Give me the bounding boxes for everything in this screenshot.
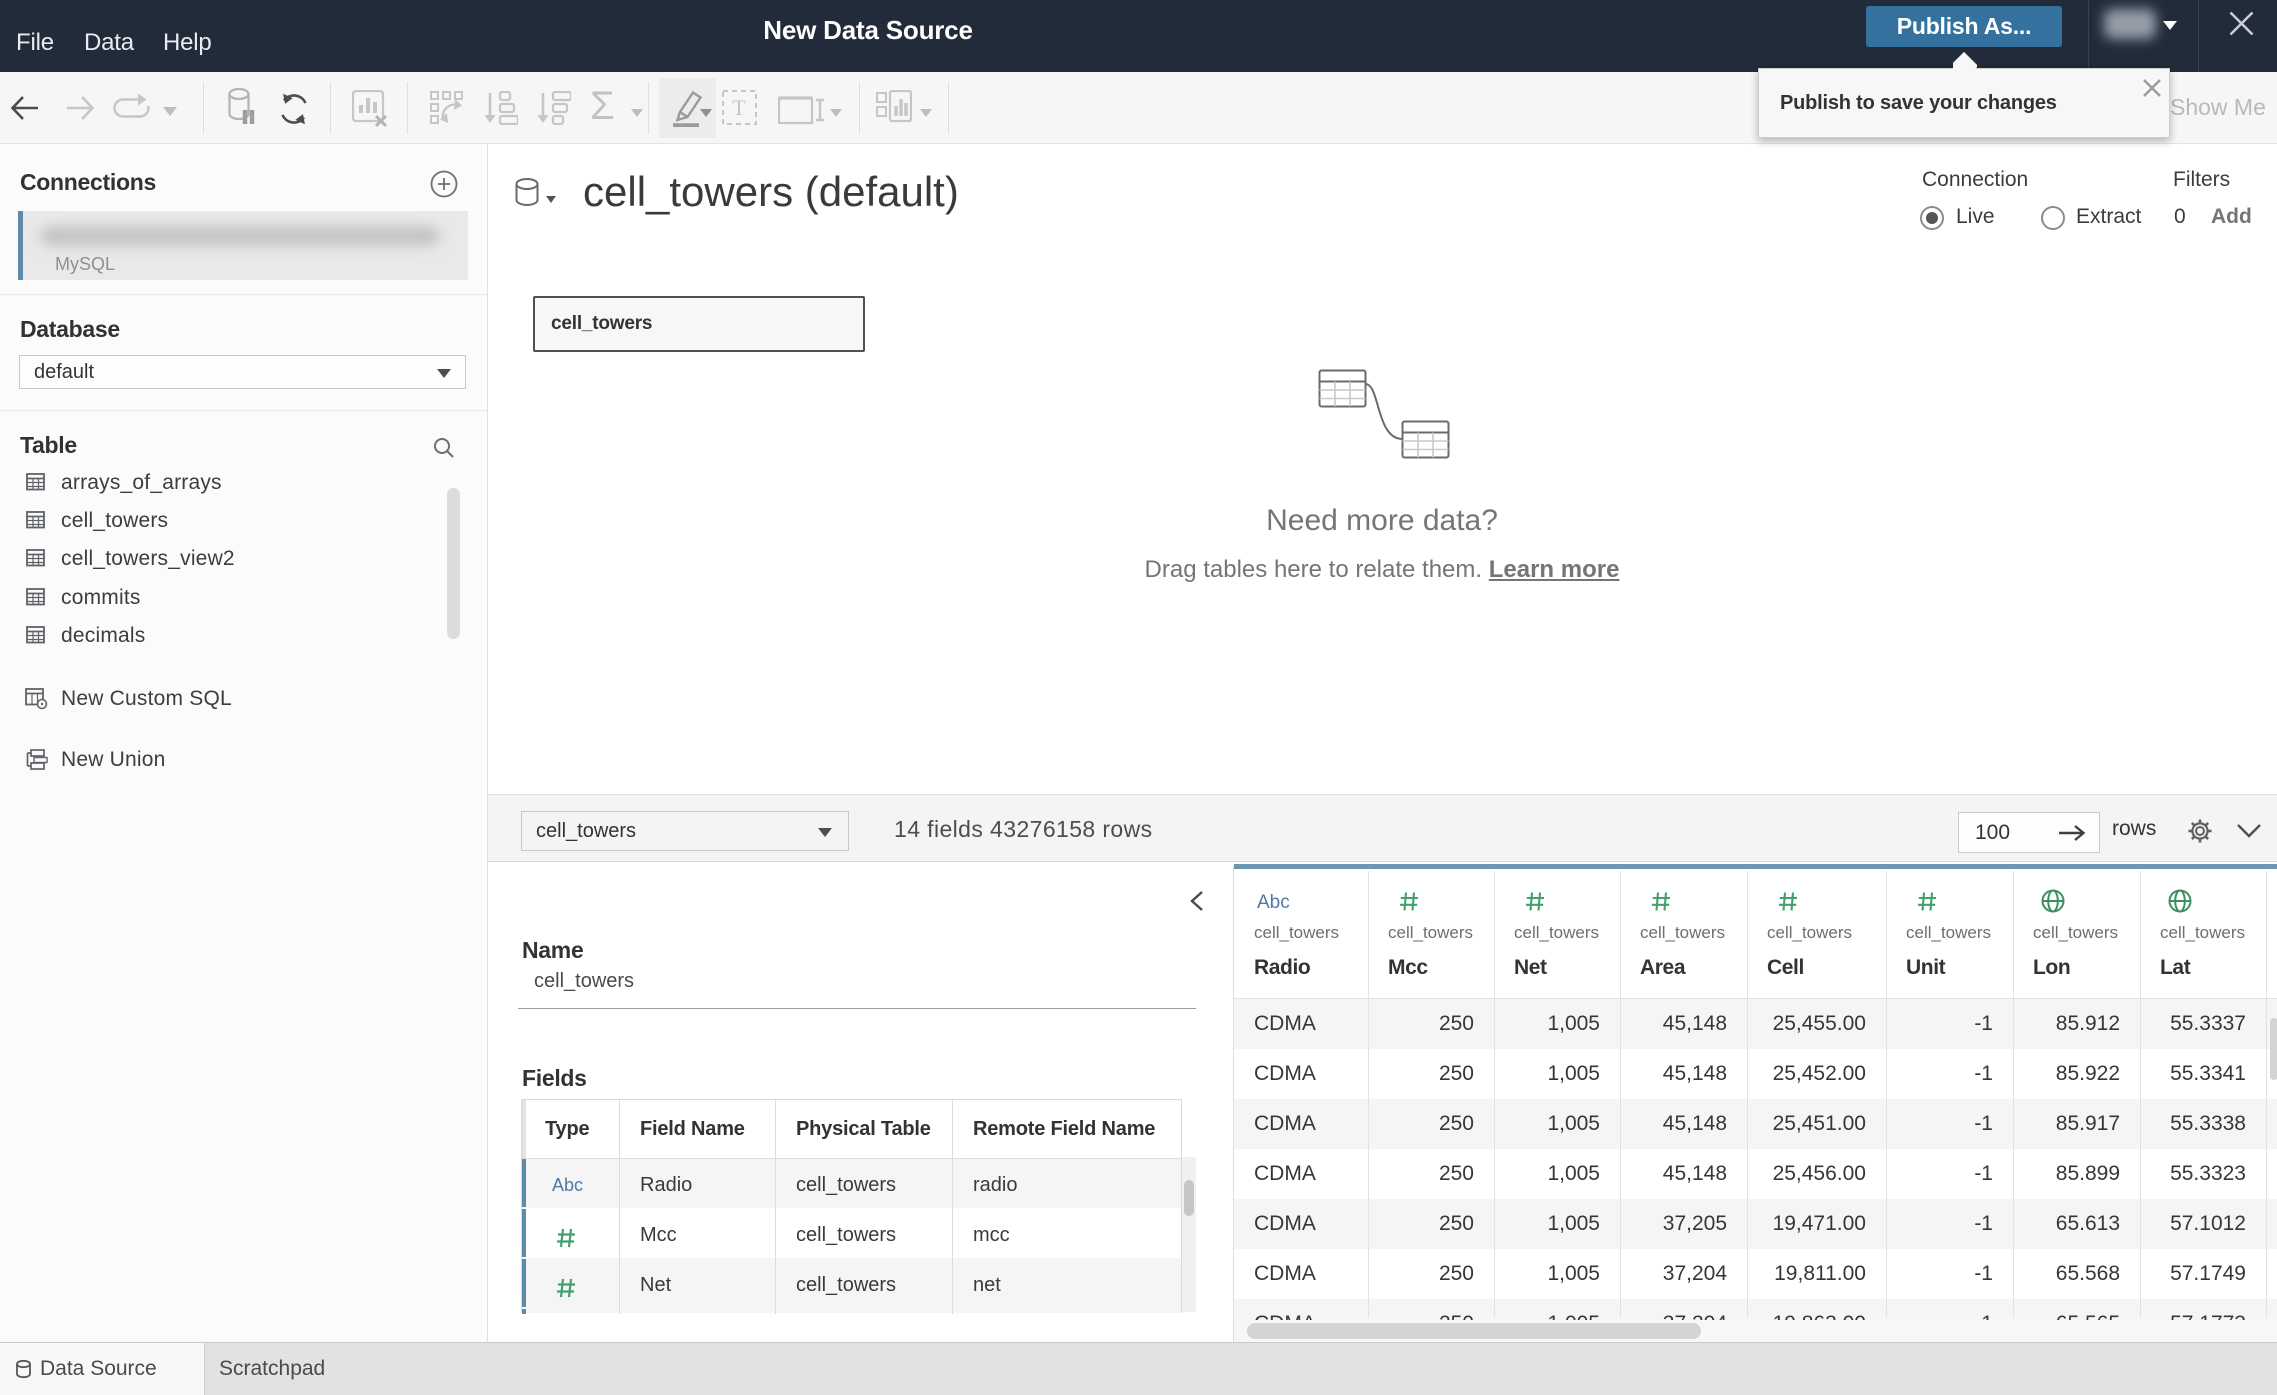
svg-text:T: T: [732, 95, 746, 120]
